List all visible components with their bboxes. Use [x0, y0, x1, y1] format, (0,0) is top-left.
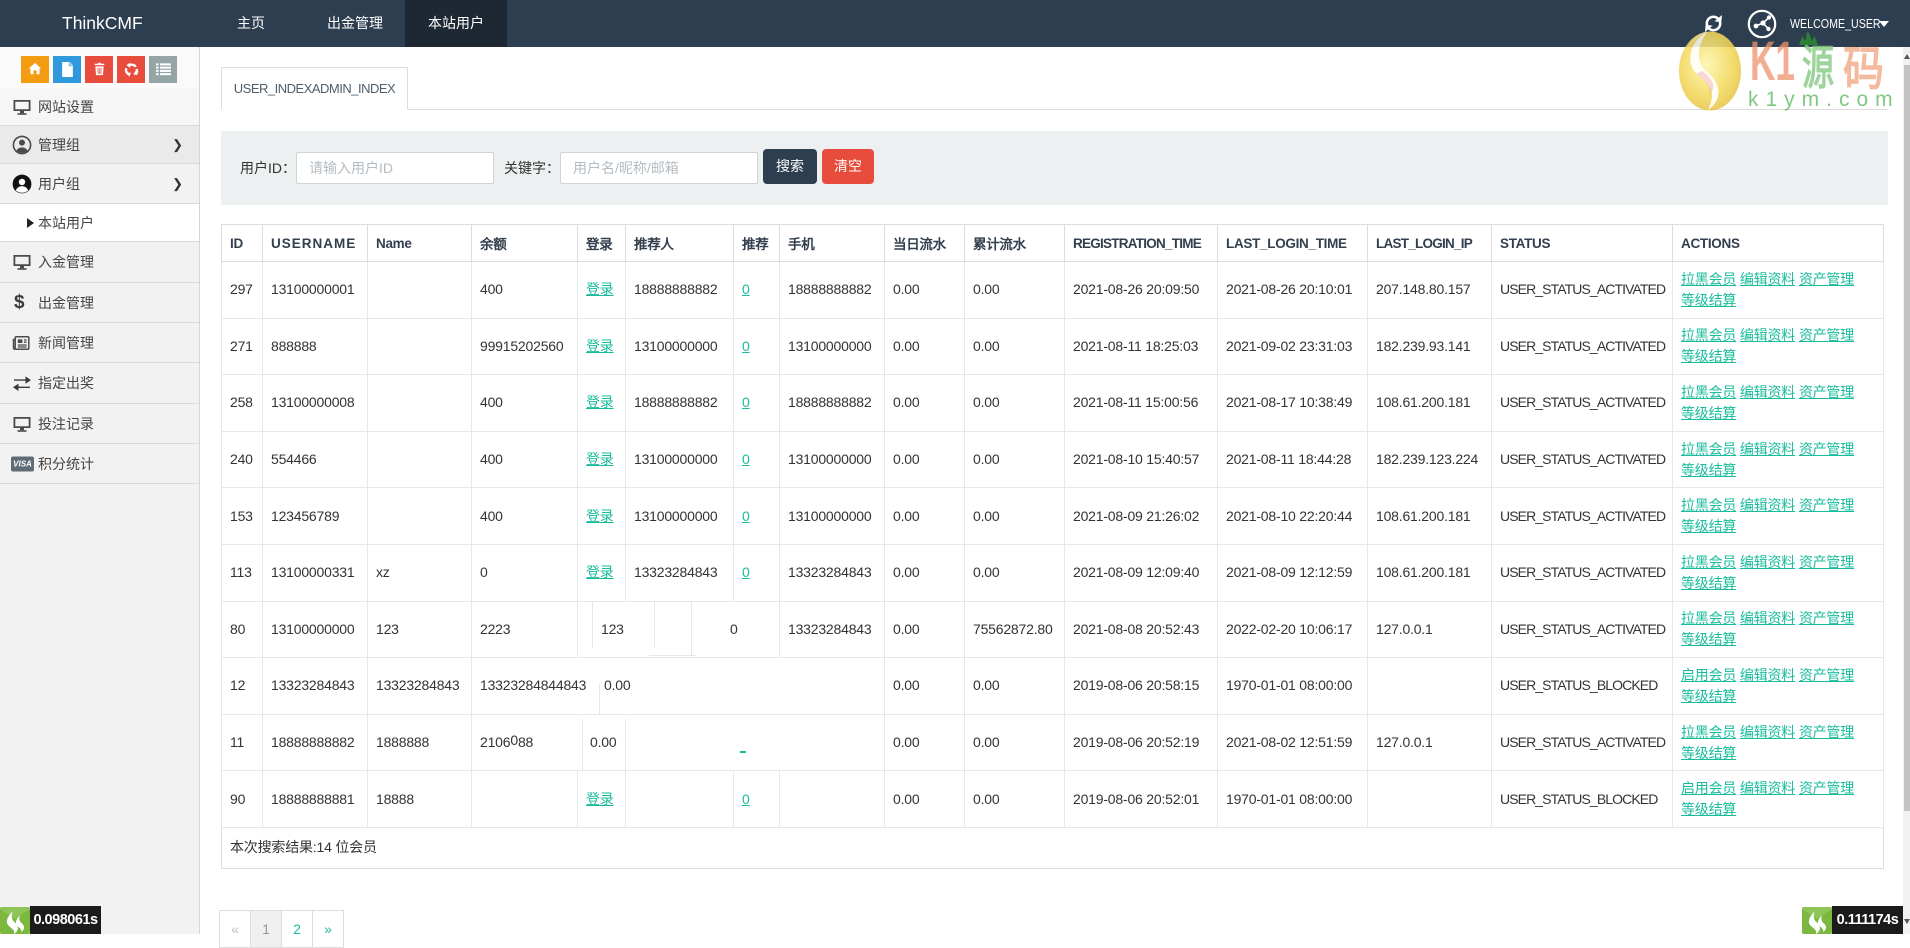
svg-text:k1ym.com: k1ym.com — [1748, 88, 1900, 111]
svg-text:源: 源 — [1802, 41, 1834, 94]
svg-text:K1: K1 — [1750, 29, 1795, 92]
